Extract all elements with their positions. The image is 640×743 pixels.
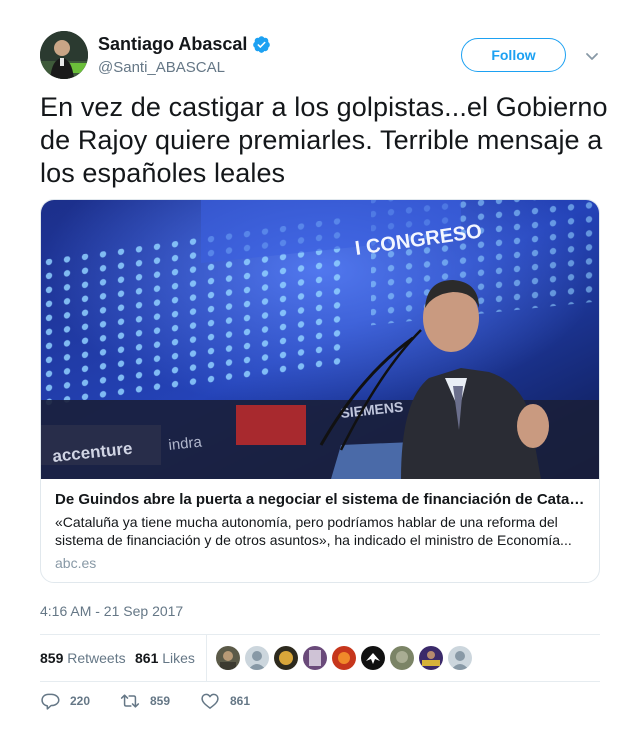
retweets-stat[interactable]: 859 Retweets (40, 650, 126, 666)
likes-stat[interactable]: 861 Likes (135, 650, 195, 666)
retweet-count: 859 (150, 694, 171, 708)
liker-avatar[interactable] (245, 646, 269, 670)
card-domain: abc.es (55, 555, 97, 571)
chevron-down-icon[interactable] (584, 48, 600, 64)
card-image[interactable]: I CONGRESO accenture indra SIEMENS (41, 200, 599, 479)
tweet-stats: 859 Retweets 861 Likes (40, 635, 600, 681)
likes-stat-label: Likes (162, 650, 195, 666)
liker-avatars (216, 646, 477, 670)
liker-avatar[interactable] (448, 646, 472, 670)
liker-avatar[interactable] (332, 646, 356, 670)
retweets-stat-label: Retweets (67, 650, 126, 666)
retweet-icon (120, 694, 140, 708)
heart-icon (201, 693, 219, 709)
retweet-action[interactable]: 859 (120, 691, 170, 711)
follow-button[interactable]: Follow (461, 38, 566, 72)
tweet-text: En vez de castigar a los golpistas...el … (40, 92, 608, 188)
liker-avatar[interactable] (216, 646, 240, 670)
likes-stat-count: 861 (135, 650, 159, 666)
card-description: «Cataluña ya tiene mucha autonomía, pero… (55, 514, 572, 548)
link-card[interactable]: I CONGRESO accenture indra SIEMENS De Gu… (40, 199, 600, 583)
author-name[interactable]: Santiago Abascal (98, 34, 247, 55)
reply-count: 220 (70, 694, 91, 708)
author-handle[interactable]: @Santi_ABASCAL (98, 59, 225, 76)
tweet-timestamp[interactable]: 4:16 AM - 21 Sep 2017 (40, 603, 183, 619)
like-action[interactable]: 861 (200, 691, 250, 711)
verified-badge-icon (252, 35, 271, 54)
name-row: Santiago Abascal (98, 34, 271, 55)
liker-avatar[interactable] (274, 646, 298, 670)
liker-avatar[interactable] (390, 646, 414, 670)
liker-avatar[interactable] (303, 646, 327, 670)
stats-separator (206, 635, 207, 681)
tweet-actions: 220 859 861 (40, 691, 600, 715)
card-image-sponsor-2: indra (168, 434, 204, 454)
author-avatar[interactable] (40, 31, 88, 79)
tweet-header: Santiago Abascal @Santi_ABASCAL Follow (40, 31, 600, 81)
card-title[interactable]: De Guindos abre la puerta a negociar el … (55, 491, 585, 508)
reply-action[interactable]: 220 (40, 691, 90, 711)
liker-avatar[interactable] (361, 646, 385, 670)
stats-bottom-divider (40, 681, 600, 682)
retweets-stat-count: 859 (40, 650, 64, 666)
like-count: 861 (230, 694, 251, 708)
reply-icon (41, 693, 60, 710)
liker-avatar[interactable] (419, 646, 443, 670)
